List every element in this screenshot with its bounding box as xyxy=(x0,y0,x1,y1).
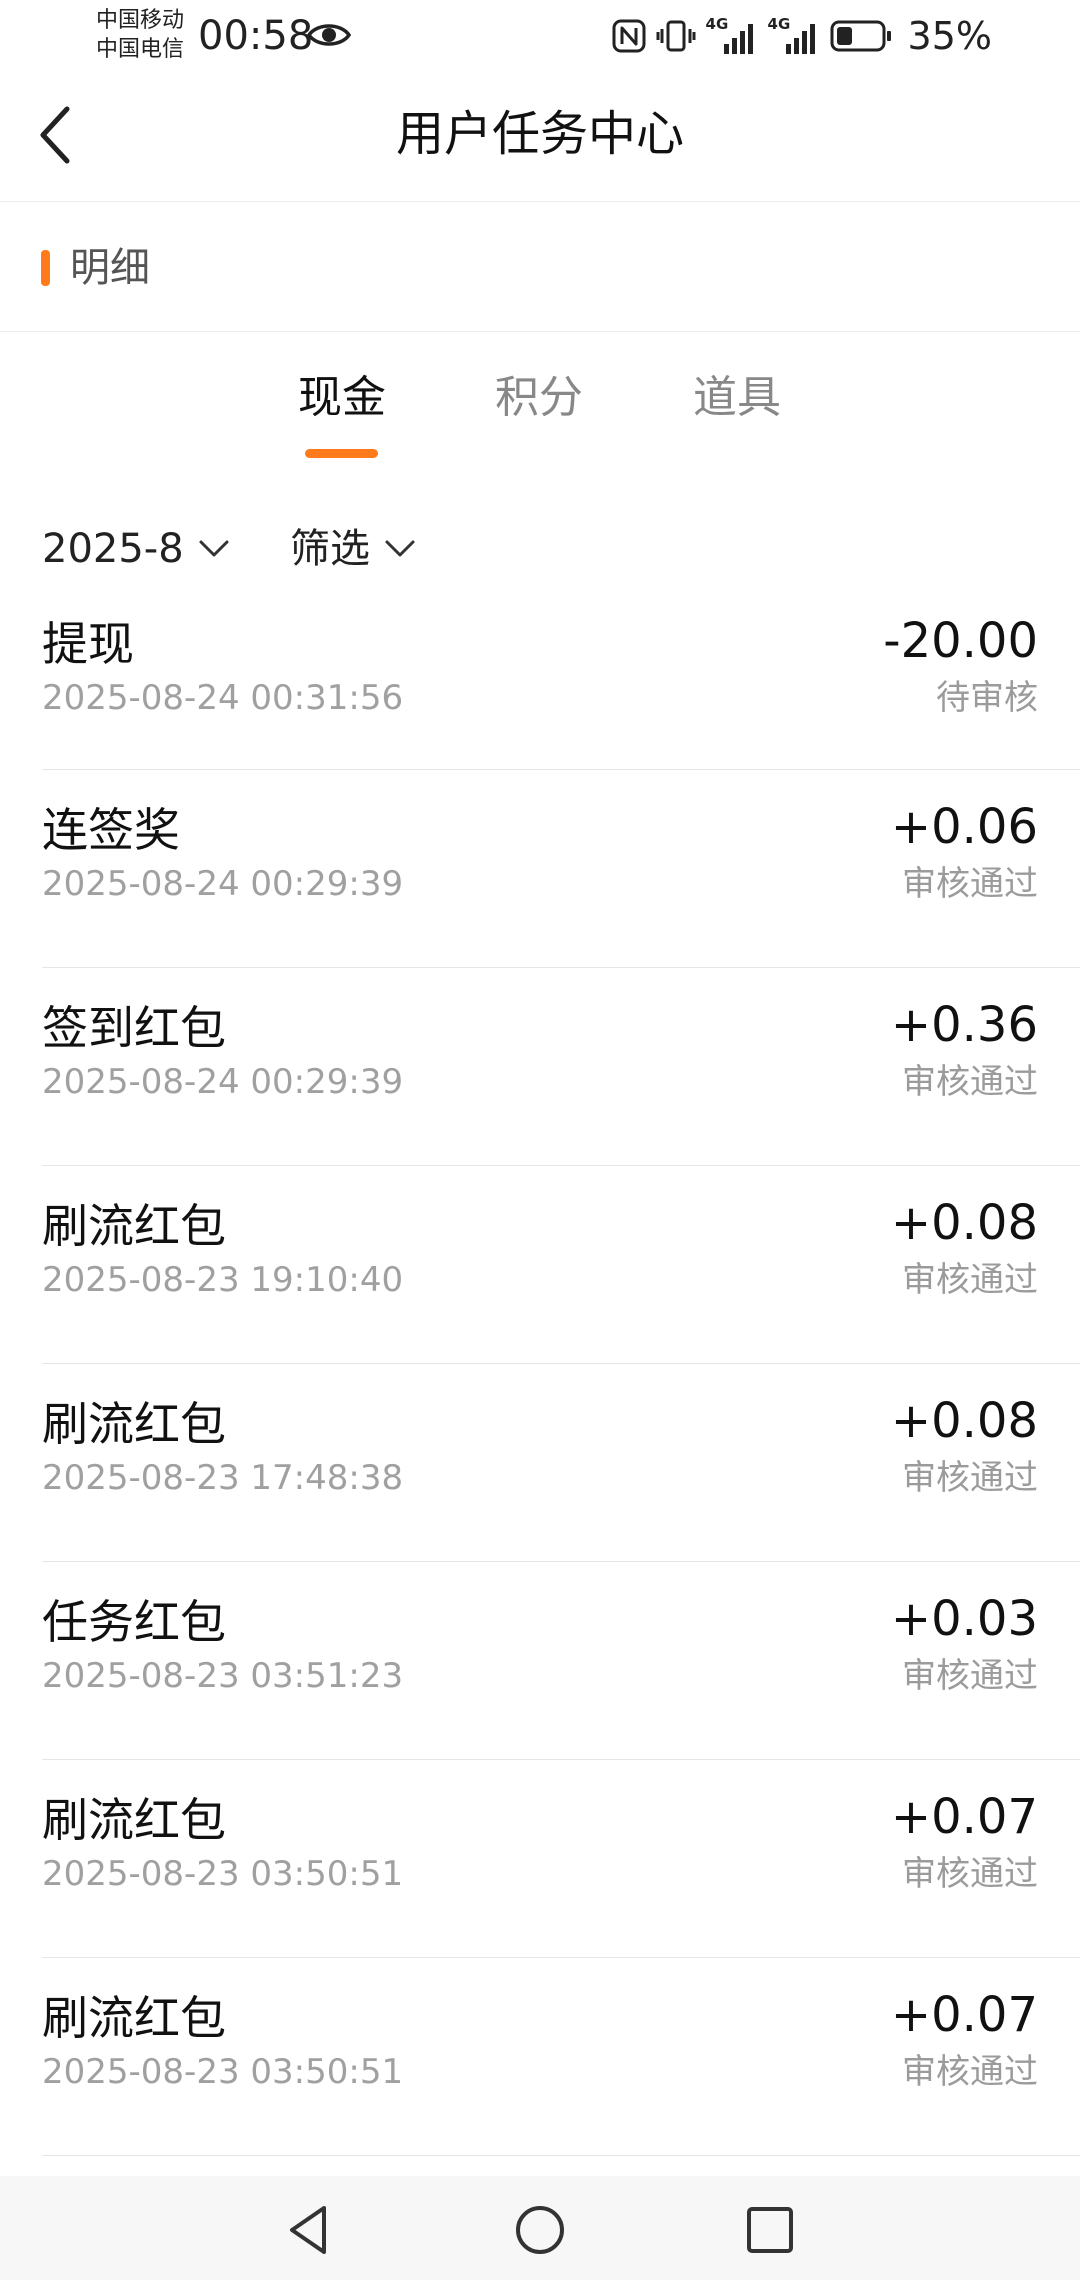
tab-props[interactable]: 道具 xyxy=(693,370,781,426)
record-status: 审核通过 xyxy=(902,864,1038,904)
list-item[interactable]: 刷流红包 2025-08-23 17:48:38 +0.08 审核通过 xyxy=(42,1364,1080,1562)
battery-fill xyxy=(836,27,852,45)
record-amount: +0.03 xyxy=(890,1591,1038,1647)
record-title: 刷流红包 xyxy=(42,1793,226,1847)
record-amount: +0.07 xyxy=(890,1789,1038,1845)
record-status: 审核通过 xyxy=(902,1458,1038,1498)
list-item[interactable]: 提现 2025-08-24 00:31:56 -20.00 待审核 xyxy=(42,590,1080,770)
signal-icon xyxy=(785,24,815,54)
app-header: 用户任务中心 xyxy=(0,72,1080,202)
record-amount: -20.00 xyxy=(883,613,1038,669)
active-tab-indicator xyxy=(305,449,378,458)
vibrate-icon xyxy=(656,20,696,52)
page: 中国移动 中国电信 00:58 4G 4G 35% 用户任务中心 明细 现金 积… xyxy=(0,0,1080,2280)
status-time: 00:58 xyxy=(198,13,314,59)
record-status: 审核通过 xyxy=(902,1854,1038,1894)
detail-section-header: 明细 xyxy=(0,202,1080,332)
signal-group-1: 4G xyxy=(706,16,758,56)
list-item[interactable]: 刷流红包 2025-08-23 03:50:51 +0.07 审核通过 xyxy=(42,1760,1080,1958)
record-title: 任务红包 xyxy=(42,1595,226,1649)
record-time: 2025-08-23 03:50:51 xyxy=(42,1854,404,1894)
page-title: 用户任务中心 xyxy=(395,106,684,162)
list-item[interactable]: 连签奖 2025-08-24 00:29:39 +0.06 审核通过 xyxy=(42,770,1080,968)
nav-recent-icon[interactable] xyxy=(742,2202,798,2258)
record-title: 刷流红包 xyxy=(42,1199,226,1253)
list-item[interactable]: 刷流红包 2025-08-23 19:10:40 +0.08 审核通过 xyxy=(42,1166,1080,1364)
record-status: 审核通过 xyxy=(902,1656,1038,1696)
list-item[interactable]: 签到红包 2025-08-24 00:29:39 +0.36 审核通过 xyxy=(42,968,1080,1166)
date-filter-label: 2025-8 xyxy=(42,526,184,572)
record-status: 审核通过 xyxy=(902,1260,1038,1300)
record-status: 审核通过 xyxy=(902,1062,1038,1102)
system-nav-bar xyxy=(0,2176,1080,2280)
record-title: 提现 xyxy=(42,617,134,671)
tab-bar: 现金 积分 道具 xyxy=(0,332,1080,472)
list-item[interactable]: 任务红包 2025-08-23 03:51:23 +0.03 审核通过 xyxy=(42,1562,1080,1760)
chevron-down-icon xyxy=(385,540,415,557)
carrier-2: 中国电信 xyxy=(96,37,185,62)
section-title: 明细 xyxy=(70,245,150,291)
record-amount: +0.36 xyxy=(890,997,1038,1053)
filter-bar: 2025-8 筛选 xyxy=(0,510,1080,590)
screen-filter-label: 筛选 xyxy=(290,526,370,572)
record-title: 刷流红包 xyxy=(42,1397,226,1451)
tab-cash[interactable]: 现金 xyxy=(298,370,386,426)
eye-icon xyxy=(306,24,352,46)
chevron-down-icon xyxy=(199,540,229,557)
record-time: 2025-08-23 03:50:51 xyxy=(42,2052,404,2092)
nav-home-icon[interactable] xyxy=(512,2202,568,2258)
signal-group-2: 4G xyxy=(768,16,820,56)
list-item[interactable]: 刷流红包 2025-08-23 03:50:51 +0.07 审核通过 xyxy=(42,1958,1080,2156)
record-status: 审核通过 xyxy=(902,2052,1038,2092)
record-title: 刷流红包 xyxy=(42,1991,226,2045)
record-time: 2025-08-24 00:31:56 xyxy=(42,678,404,718)
transaction-list: 提现 2025-08-24 00:31:56 -20.00 待审核 连签奖 20… xyxy=(0,590,1080,2156)
record-amount: +0.07 xyxy=(890,1987,1038,2043)
record-time: 2025-08-23 19:10:40 xyxy=(42,1260,404,1300)
record-title: 连签奖 xyxy=(42,803,180,857)
record-title: 签到红包 xyxy=(42,1001,226,1055)
status-bar: 中国移动 中国电信 00:58 4G 4G 35% xyxy=(0,0,1080,72)
record-amount: +0.08 xyxy=(890,1393,1038,1449)
tab-points[interactable]: 积分 xyxy=(495,370,583,426)
record-status: 待审核 xyxy=(936,678,1038,718)
nfc-icon xyxy=(612,19,646,53)
signal-icon xyxy=(723,24,753,54)
carrier-names: 中国移动 中国电信 xyxy=(96,6,184,64)
record-time: 2025-08-23 17:48:38 xyxy=(42,1458,404,1498)
record-amount: +0.08 xyxy=(890,1195,1038,1251)
battery-percent: 35% xyxy=(907,14,992,58)
nav-back-icon[interactable] xyxy=(282,2202,338,2258)
record-amount: +0.06 xyxy=(890,799,1038,855)
carrier-1: 中国移动 xyxy=(96,8,185,33)
status-icons: 4G 4G 35% xyxy=(612,14,992,58)
record-time: 2025-08-24 00:29:39 xyxy=(42,864,404,904)
record-time: 2025-08-24 00:29:39 xyxy=(42,1062,404,1102)
battery-icon xyxy=(830,20,891,52)
record-time: 2025-08-23 03:51:23 xyxy=(42,1656,404,1696)
date-filter-dropdown[interactable]: 2025-8 xyxy=(42,522,230,576)
section-accent-bar xyxy=(41,250,50,286)
screen-filter-dropdown[interactable]: 筛选 xyxy=(290,522,416,576)
